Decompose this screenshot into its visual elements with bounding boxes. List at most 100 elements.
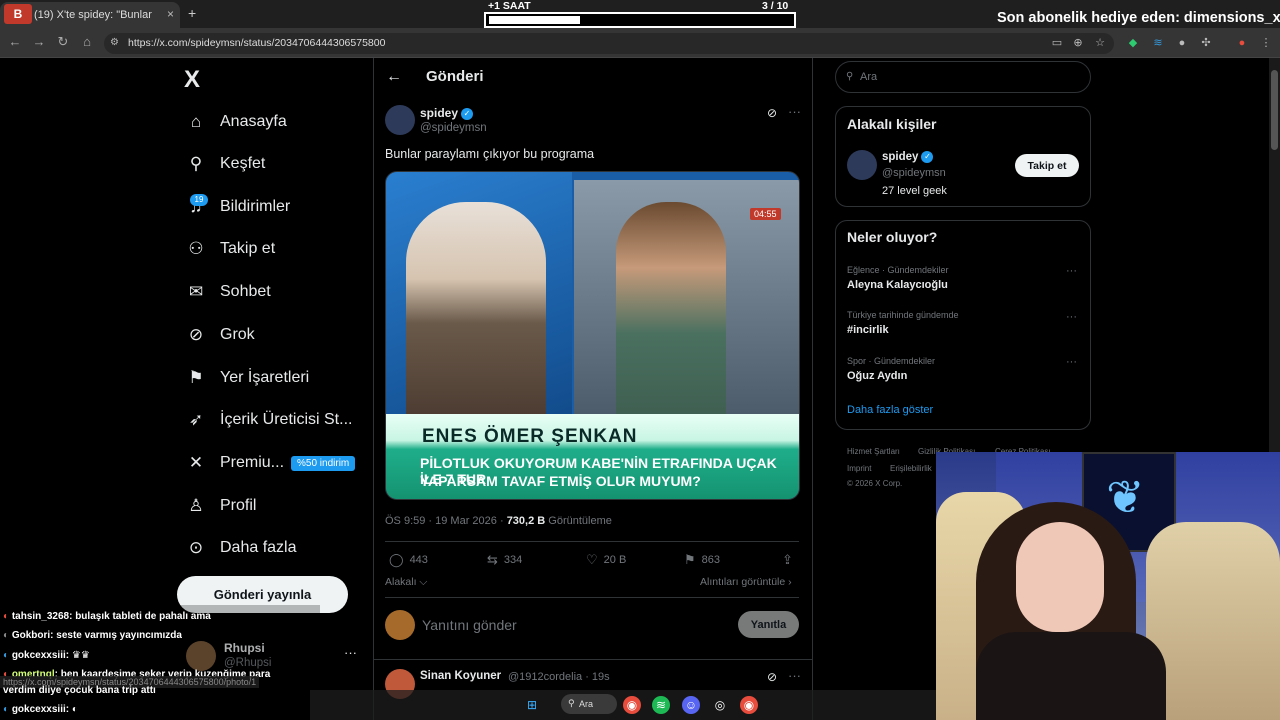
nav-item[interactable]: ⊙ Daha fazla bbox=[184, 528, 297, 568]
nav-item-label: Grok bbox=[220, 326, 255, 343]
post-more-icon[interactable]: ··· bbox=[788, 104, 801, 119]
post-time[interactable]: ÖS 9:59 · 19 Mar 2026 · bbox=[385, 515, 504, 527]
spotify-icon[interactable]: ≋ bbox=[652, 696, 670, 714]
back-icon[interactable]: ← bbox=[6, 34, 24, 49]
reload-icon[interactable]: ↻ bbox=[54, 34, 72, 50]
tab-close-icon[interactable]: × bbox=[167, 7, 174, 21]
nav-item[interactable]: ⚇ Takip et bbox=[184, 229, 275, 269]
cast-icon[interactable]: ▭ bbox=[1049, 35, 1065, 51]
bookmark-star-icon[interactable]: ☆ bbox=[1092, 35, 1108, 51]
reply-more-icon[interactable]: ··· bbox=[788, 668, 801, 683]
bookmark-action[interactable]: ⚑ 863 bbox=[684, 552, 720, 568]
related-avatar[interactable] bbox=[847, 150, 877, 180]
obs-icon[interactable]: ◎ bbox=[711, 696, 729, 714]
view-quotes-link[interactable]: Alıntıları görüntüle › bbox=[700, 576, 792, 588]
search-icon: ⚲ bbox=[189, 154, 203, 173]
trend-name[interactable]: #incirlik bbox=[847, 324, 889, 336]
chat-overlay bbox=[0, 605, 320, 720]
nav-item[interactable]: ✕ Premiu... bbox=[184, 443, 284, 483]
nav-item[interactable]: ⚲ Keşfet bbox=[184, 144, 266, 184]
like-count: 20 B bbox=[603, 554, 627, 566]
nav-item[interactable]: ♫ Bildirimler bbox=[184, 187, 291, 227]
verified-icon: ✓ bbox=[461, 107, 474, 120]
chat-text: : ◐ bbox=[65, 704, 78, 715]
share-action[interactable]: ⇪ bbox=[782, 552, 799, 568]
search-input[interactable]: Ara bbox=[835, 61, 1091, 93]
author-name-text[interactable]: spidey bbox=[420, 106, 458, 120]
tab-favicon: B bbox=[4, 4, 32, 24]
new-tab-icon[interactable]: + bbox=[188, 5, 196, 21]
follow-icon: ⚇ bbox=[188, 239, 204, 258]
nav-item[interactable]: ⊘ Grok bbox=[184, 315, 255, 355]
reply-action[interactable]: ◯ 443 bbox=[389, 552, 428, 568]
reply-button[interactable]: Yanıtla bbox=[738, 611, 799, 638]
extension-shield-icon[interactable]: ◆ bbox=[1125, 35, 1141, 51]
nav-item[interactable]: ⚑ Yer İşaretleri bbox=[184, 358, 309, 398]
verified-icon: ✓ bbox=[921, 151, 934, 163]
trend-more-icon[interactable]: ··· bbox=[1066, 311, 1077, 323]
account-more-icon[interactable]: ··· bbox=[344, 645, 357, 660]
trend-name[interactable]: Oğuz Aydın bbox=[847, 370, 907, 382]
reply-author-name[interactable]: Sinan Koyuner bbox=[420, 670, 501, 682]
image-person-host bbox=[406, 202, 546, 422]
webcam-streamer-face bbox=[1016, 522, 1104, 632]
author-avatar[interactable] bbox=[385, 105, 415, 135]
chat-badge-icon: ◐ bbox=[3, 611, 12, 622]
follow-button[interactable]: Takip et bbox=[1015, 154, 1079, 177]
footer-link[interactable]: Hizmet Şartları bbox=[847, 447, 900, 456]
trend-more-icon[interactable]: ··· bbox=[1066, 265, 1077, 277]
x-logo[interactable]: X bbox=[184, 66, 200, 94]
repost-count: 334 bbox=[503, 554, 523, 566]
nav-item[interactable]: ♙ Profil bbox=[184, 486, 256, 526]
related-name[interactable]: spidey ✓ bbox=[882, 151, 934, 163]
post-views: 730,2 B bbox=[506, 515, 546, 527]
footer-link[interactable]: Erişilebilirlik bbox=[890, 464, 932, 473]
trend-more-icon[interactable]: ··· bbox=[1066, 356, 1077, 368]
windows-start-icon[interactable]: ⊞ bbox=[523, 696, 541, 714]
chat-badge-icon: ◐ bbox=[3, 650, 12, 661]
image-clock: 04:55 bbox=[750, 208, 781, 220]
profile-avatar-icon[interactable]: ● bbox=[1234, 35, 1250, 51]
trend-name[interactable]: Aleyna Kalaycıoğlu bbox=[847, 279, 948, 291]
footer-link[interactable]: Imprint bbox=[847, 464, 871, 473]
site-info-icon[interactable]: ⚙ bbox=[110, 37, 119, 48]
mail-icon: ✉ bbox=[188, 282, 204, 301]
chat-user: gokcexxsiii bbox=[11, 704, 66, 715]
chat-user: tahsin_3268 bbox=[11, 611, 70, 622]
extension-avatar-icon[interactable]: ● bbox=[1174, 35, 1190, 51]
author-handle[interactable]: @spideymsn bbox=[420, 122, 487, 134]
back-arrow-icon[interactable]: ← bbox=[386, 68, 402, 86]
chrome-icon[interactable]: ◉ bbox=[623, 696, 641, 714]
author-name[interactable]: spidey ✓ bbox=[420, 106, 474, 120]
browser-menu-icon[interactable]: ⋮ bbox=[1258, 35, 1274, 51]
nav-item[interactable]: ✉ Sohbet bbox=[184, 272, 271, 312]
grok-explain-icon[interactable]: ⊘ bbox=[767, 106, 777, 120]
sort-replies-dropdown[interactable]: Alakalı ⌵ bbox=[385, 576, 427, 589]
reply-count: 443 bbox=[409, 554, 428, 566]
discord-icon[interactable]: ☺ bbox=[682, 696, 700, 714]
scrollbar-thumb[interactable] bbox=[1271, 70, 1278, 150]
extensions-puzzle-icon[interactable]: ✣ bbox=[1198, 35, 1214, 51]
zoom-icon[interactable]: ⊕ bbox=[1070, 35, 1086, 51]
premium-promo-badge[interactable]: %50 indirim bbox=[291, 456, 356, 471]
related-name-text[interactable]: spidey bbox=[882, 151, 918, 163]
repost-action[interactable]: ⇆ 334 bbox=[487, 552, 522, 568]
reply-input[interactable]: Yanıtını gönder bbox=[422, 617, 517, 633]
webcam-chair-right bbox=[1146, 522, 1280, 720]
reply-grok-icon[interactable]: ⊘ bbox=[767, 670, 777, 684]
like-action[interactable]: ♡ 20 B bbox=[586, 552, 626, 568]
chrome-active-icon[interactable]: ◉ bbox=[740, 696, 758, 714]
footer-copyright: © 2026 X Corp. bbox=[847, 479, 903, 488]
post-views-label: Görüntüleme bbox=[548, 515, 612, 527]
rocket-icon: ➶ bbox=[188, 410, 204, 429]
show-more-link[interactable]: Daha fazla göster bbox=[847, 404, 933, 416]
extension-wave-icon[interactable]: ≋ bbox=[1150, 35, 1166, 51]
nav-item-label: Bildirimler bbox=[220, 198, 291, 215]
timer-label: +1 SAAT bbox=[488, 0, 531, 12]
post-image[interactable]: 04:55 ENES ÖMER ŞENKAN PİLOTLUK OKUYORUM… bbox=[385, 171, 800, 500]
nav-item[interactable]: ⌂ Anasayfa bbox=[184, 102, 287, 142]
nav-item[interactable]: ➶ İçerik Üreticisi St... bbox=[184, 400, 353, 440]
forward-icon[interactable]: → bbox=[30, 34, 48, 49]
home-browser-icon[interactable]: ⌂ bbox=[78, 34, 96, 49]
url-bar[interactable]: https://x.com/spideymsn/status/203470644… bbox=[104, 33, 1114, 54]
